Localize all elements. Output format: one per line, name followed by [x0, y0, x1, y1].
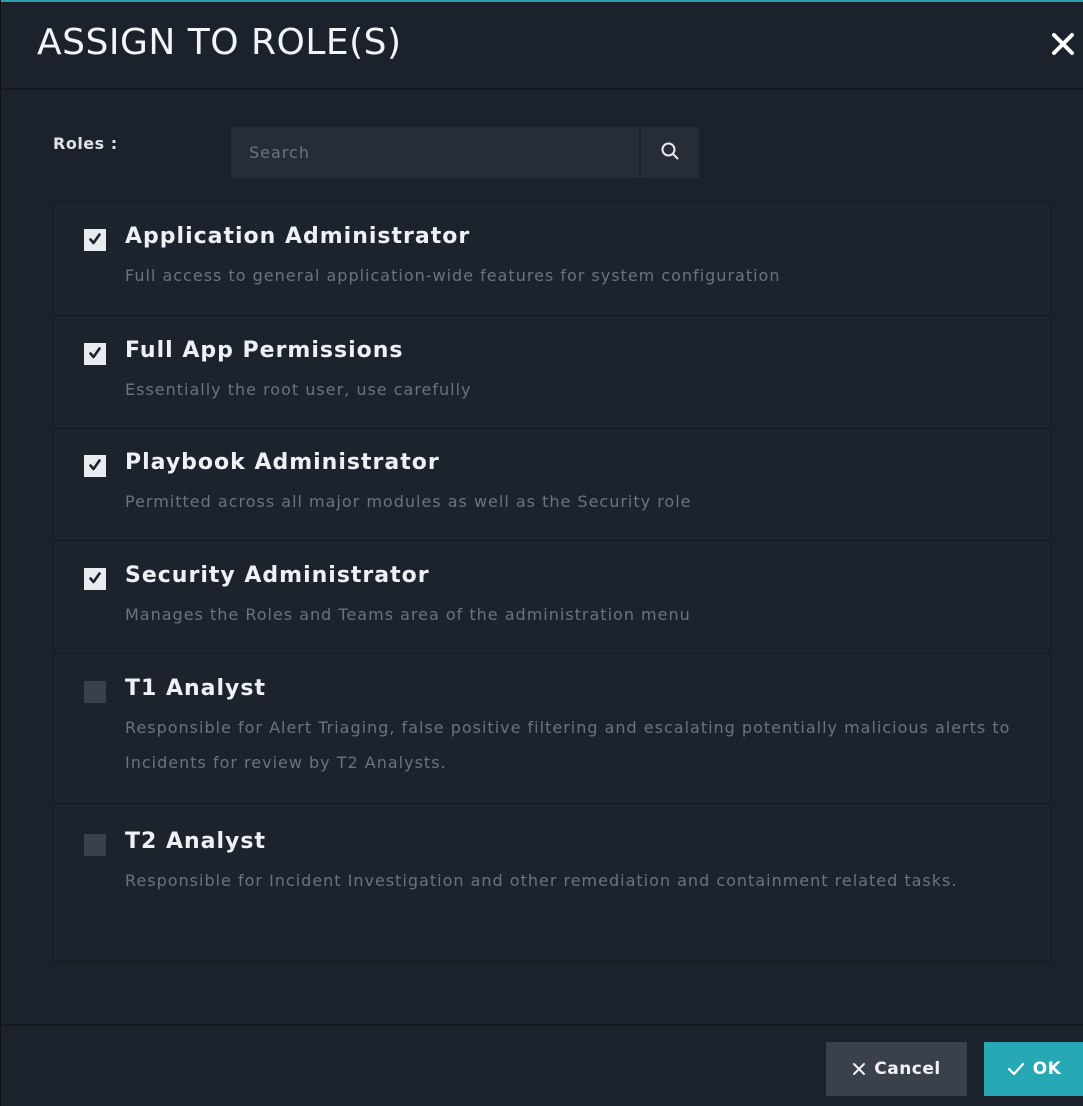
role-search	[231, 127, 699, 178]
close-icon	[852, 1062, 866, 1076]
assign-roles-dialog: ASSIGN TO ROLE(S) Roles : Search Applica…	[0, 0, 1083, 1106]
search-icon	[660, 141, 680, 165]
dialog-title: ASSIGN TO ROLE(S)	[37, 22, 402, 63]
role-name: T1 Analyst	[125, 676, 267, 701]
role-item-security-administrator[interactable]: Security Administrator Manages the Roles…	[54, 541, 1050, 654]
role-name: Application Administrator	[125, 224, 471, 249]
ok-label: OK	[1032, 1059, 1062, 1079]
role-checkbox[interactable]	[84, 834, 106, 856]
roles-label: Roles :	[53, 134, 118, 153]
roles-list: Application Administrator Full access to…	[53, 201, 1051, 961]
checkmark-icon	[88, 570, 102, 589]
role-item-t2-analyst[interactable]: T2 Analyst Responsible for Incident Inve…	[54, 804, 1050, 960]
checkmark-icon	[88, 457, 102, 476]
role-name: Security Administrator	[125, 563, 430, 588]
role-description: Responsible for Incident Investigation a…	[125, 871, 958, 890]
cancel-button[interactable]: Cancel	[826, 1042, 967, 1096]
role-description: Full access to general application-wide …	[125, 266, 781, 285]
role-description: Essentially the root user, use carefully	[125, 380, 472, 399]
checkmark-icon	[88, 231, 102, 250]
role-description: Responsible for Alert Triaging, false po…	[125, 718, 1011, 772]
dialog-footer: Cancel OK	[1, 1024, 1083, 1106]
checkmark-icon	[88, 345, 102, 364]
role-name: Full App Permissions	[125, 338, 404, 363]
search-input[interactable]	[231, 127, 639, 178]
dialog-header: ASSIGN TO ROLE(S)	[1, 0, 1083, 90]
role-checkbox[interactable]	[84, 229, 106, 251]
search-button[interactable]	[641, 127, 699, 178]
role-checkbox[interactable]	[84, 681, 106, 703]
checkmark-icon	[1007, 1062, 1025, 1076]
role-item-playbook-administrator[interactable]: Playbook Administrator Permitted across …	[54, 429, 1050, 541]
role-description: Manages the Roles and Teams area of the …	[125, 605, 691, 624]
role-checkbox[interactable]	[84, 455, 106, 477]
close-button[interactable]	[1048, 26, 1078, 62]
role-item-application-administrator[interactable]: Application Administrator Full access to…	[54, 202, 1050, 316]
close-icon	[1048, 26, 1078, 62]
role-checkbox[interactable]	[84, 343, 106, 365]
role-item-full-app-permissions[interactable]: Full App Permissions Essentially the roo…	[54, 316, 1050, 429]
role-name: T2 Analyst	[125, 829, 267, 854]
ok-button[interactable]: OK	[984, 1042, 1083, 1096]
role-name: Playbook Administrator	[125, 450, 440, 475]
cancel-label: Cancel	[874, 1059, 941, 1079]
role-item-t1-analyst[interactable]: T1 Analyst Responsible for Alert Triagin…	[54, 654, 1050, 804]
role-checkbox[interactable]	[84, 568, 106, 590]
role-description: Permitted across all major modules as we…	[125, 492, 692, 511]
